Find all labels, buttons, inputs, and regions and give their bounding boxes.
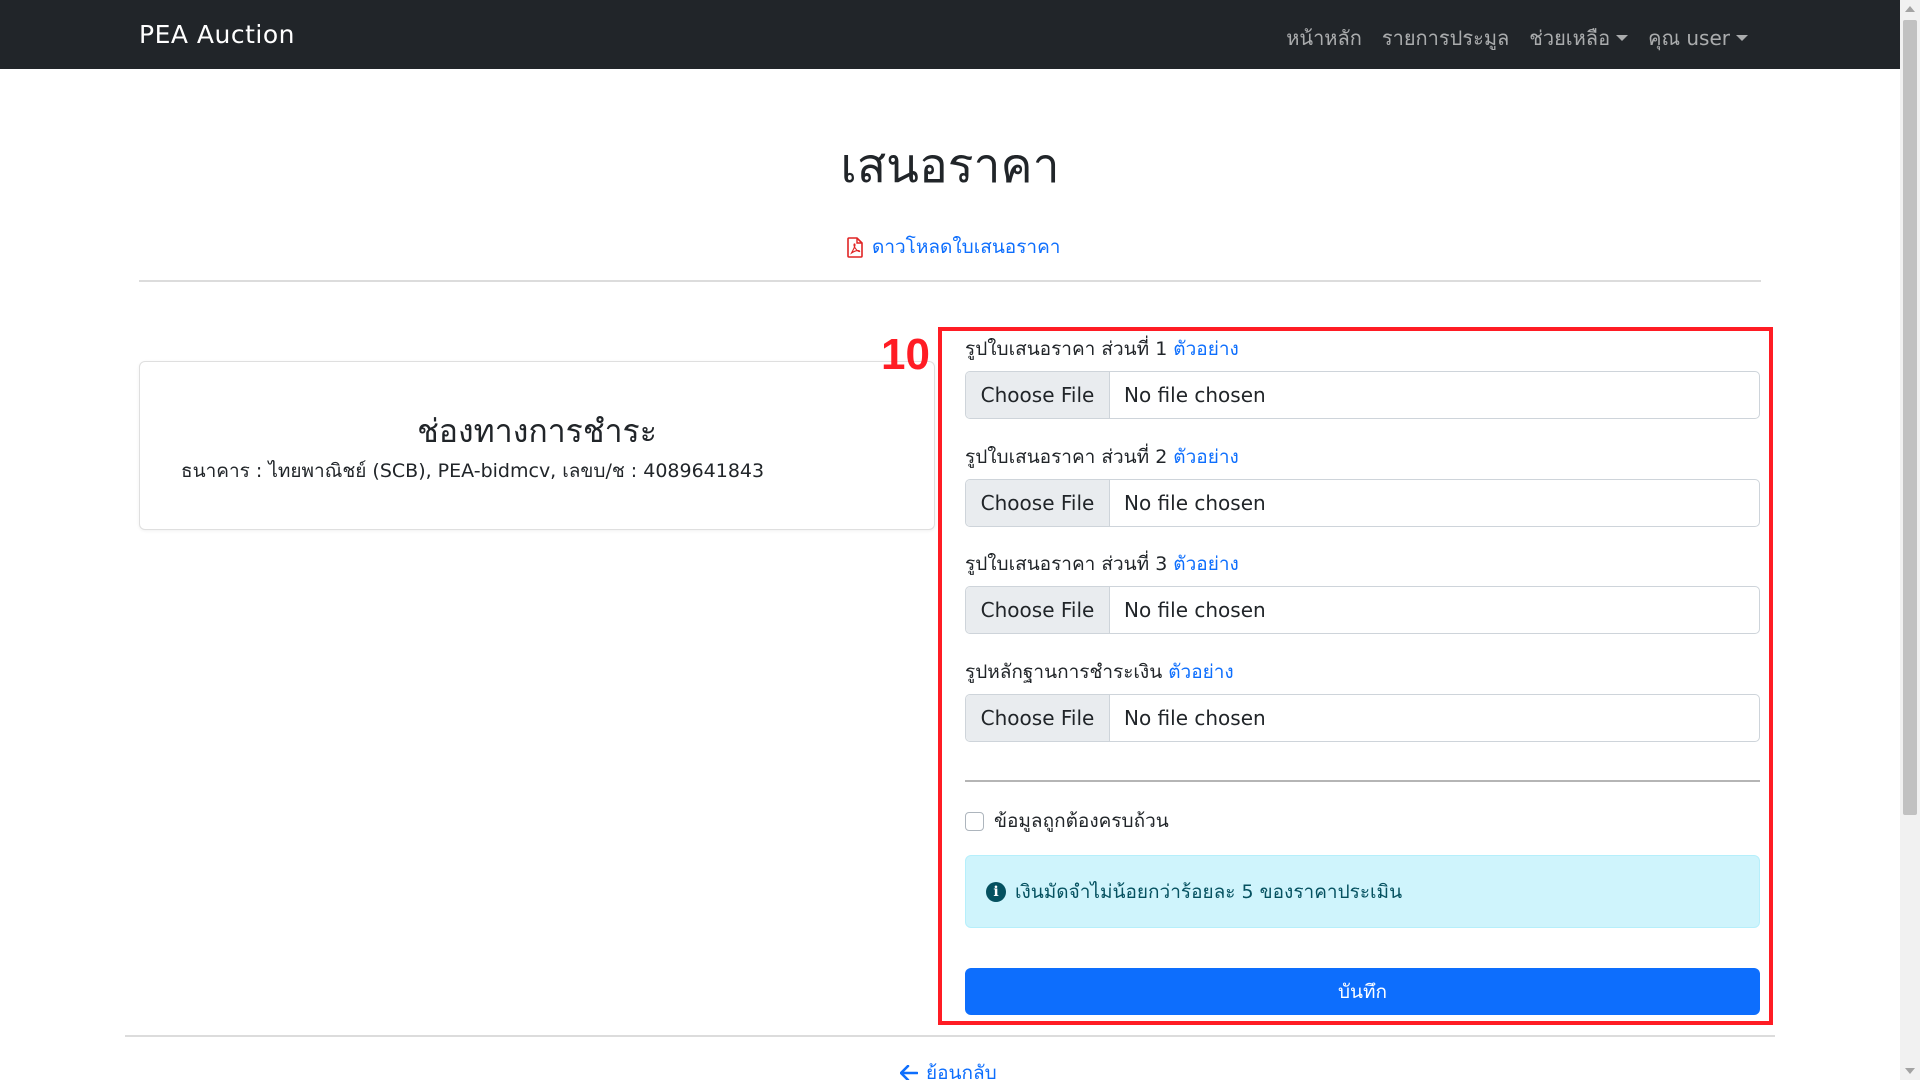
nav-help-label: ช่วยเหลือ (1529, 26, 1611, 50)
nav-help-dropdown[interactable]: ช่วยเหลือ (1529, 22, 1628, 54)
deposit-info-text: เงินมัดจำไม่น้อยกว่าร้อยละ 5 ของราคาประเ… (1015, 880, 1403, 903)
field-label-text: รูปใบเสนอราคา ส่วนที่ 1 (965, 338, 1168, 360)
divider (139, 280, 1761, 282)
nav-home-link[interactable]: หน้าหลัก (1286, 22, 1362, 54)
field-label-quote-part-2: รูปใบเสนอราคา ส่วนที่ 2 ตัวอย่าง (965, 442, 1239, 472)
download-quote-link[interactable]: ดาวโหลดใบเสนอราคา (847, 232, 1060, 262)
file-input-quote-part-2[interactable]: Choose File No file chosen (965, 479, 1760, 527)
nav-auction-list-link[interactable]: รายการประมูล (1382, 22, 1509, 54)
file-status-text: No file chosen (1124, 383, 1266, 407)
payment-bank-detail: ธนาคาร : ไทยพาณิชย์ (SCB), PEA-bidmcv, เ… (181, 460, 765, 482)
back-link[interactable]: ย้อนกลับ (900, 1058, 997, 1080)
back-link-label: ย้อนกลับ (926, 1062, 997, 1080)
deposit-info-alert: i เงินมัดจำไม่น้อยกว่าร้อยละ 5 ของราคาปร… (965, 855, 1760, 928)
choose-file-button[interactable]: Choose File (966, 587, 1110, 633)
confirm-checkbox-row[interactable]: ข้อมูลถูกต้องครบถ้วน (965, 806, 1169, 836)
example-link[interactable]: ตัวอย่าง (1173, 446, 1239, 468)
nav-user-label: คุณ user (1648, 26, 1730, 50)
page-scrollbar[interactable] (1900, 0, 1920, 1080)
field-label-payment-proof: รูปหลักฐานการชำระเงิน ตัวอย่าง (965, 657, 1234, 687)
choose-file-button[interactable]: Choose File (966, 480, 1110, 526)
field-label-text: รูปใบเสนอราคา ส่วนที่ 3 (965, 553, 1168, 575)
arrow-left-icon (900, 1065, 918, 1080)
payment-card-title: ช่องทางการชำระ (417, 412, 657, 450)
nav-menu: หน้าหลัก รายการประมูล ช่วยเหลือ คุณ user (1286, 22, 1748, 54)
file-input-quote-part-1[interactable]: Choose File No file chosen (965, 371, 1760, 419)
nav-user-dropdown[interactable]: คุณ user (1648, 22, 1748, 54)
choose-file-button[interactable]: Choose File (966, 372, 1110, 418)
navbar: PEA Auction หน้าหลัก รายการประมูล ช่วยเห… (0, 0, 1900, 69)
download-quote-label: ดาวโหลดใบเสนอราคา (872, 236, 1061, 258)
scroll-down-arrow-icon[interactable] (1905, 1068, 1915, 1074)
field-label-quote-part-3: รูปใบเสนอราคา ส่วนที่ 3 ตัวอย่าง (965, 549, 1239, 579)
info-circle-icon: i (986, 881, 1006, 902)
file-pdf-icon (847, 236, 863, 258)
scrollbar-thumb[interactable] (1903, 20, 1917, 815)
page-title: เสนอราคา (840, 138, 1060, 194)
example-link[interactable]: ตัวอย่าง (1173, 338, 1239, 360)
confirm-checkbox-label: ข้อมูลถูกต้องครบถ้วน (994, 810, 1169, 832)
scroll-up-arrow-icon[interactable] (1905, 6, 1915, 12)
payment-channel-card: ช่องทางการชำระ ธนาคาร : ไทยพาณิชย์ (SCB)… (139, 361, 935, 530)
example-link[interactable]: ตัวอย่าง (1168, 661, 1234, 683)
footer-divider (125, 1035, 1775, 1037)
example-link[interactable]: ตัวอย่าง (1173, 553, 1239, 575)
field-label-text: รูปหลักฐานการชำระเงิน (965, 661, 1163, 683)
annotation-step-number: 10 (881, 330, 930, 379)
file-status-text: No file chosen (1124, 598, 1266, 622)
file-input-payment-proof[interactable]: Choose File No file chosen (965, 694, 1760, 742)
save-button[interactable]: บันทึก (965, 968, 1760, 1015)
brand-logo[interactable]: PEA Auction (139, 20, 295, 49)
field-label-text: รูปใบเสนอราคา ส่วนที่ 2 (965, 446, 1168, 468)
file-status-text: No file chosen (1124, 491, 1266, 515)
file-status-text: No file chosen (1124, 706, 1266, 730)
choose-file-button[interactable]: Choose File (966, 695, 1110, 741)
form-divider (965, 780, 1760, 782)
file-input-quote-part-3[interactable]: Choose File No file chosen (965, 586, 1760, 634)
field-label-quote-part-1: รูปใบเสนอราคา ส่วนที่ 1 ตัวอย่าง (965, 334, 1239, 364)
confirm-checkbox[interactable] (965, 811, 984, 831)
